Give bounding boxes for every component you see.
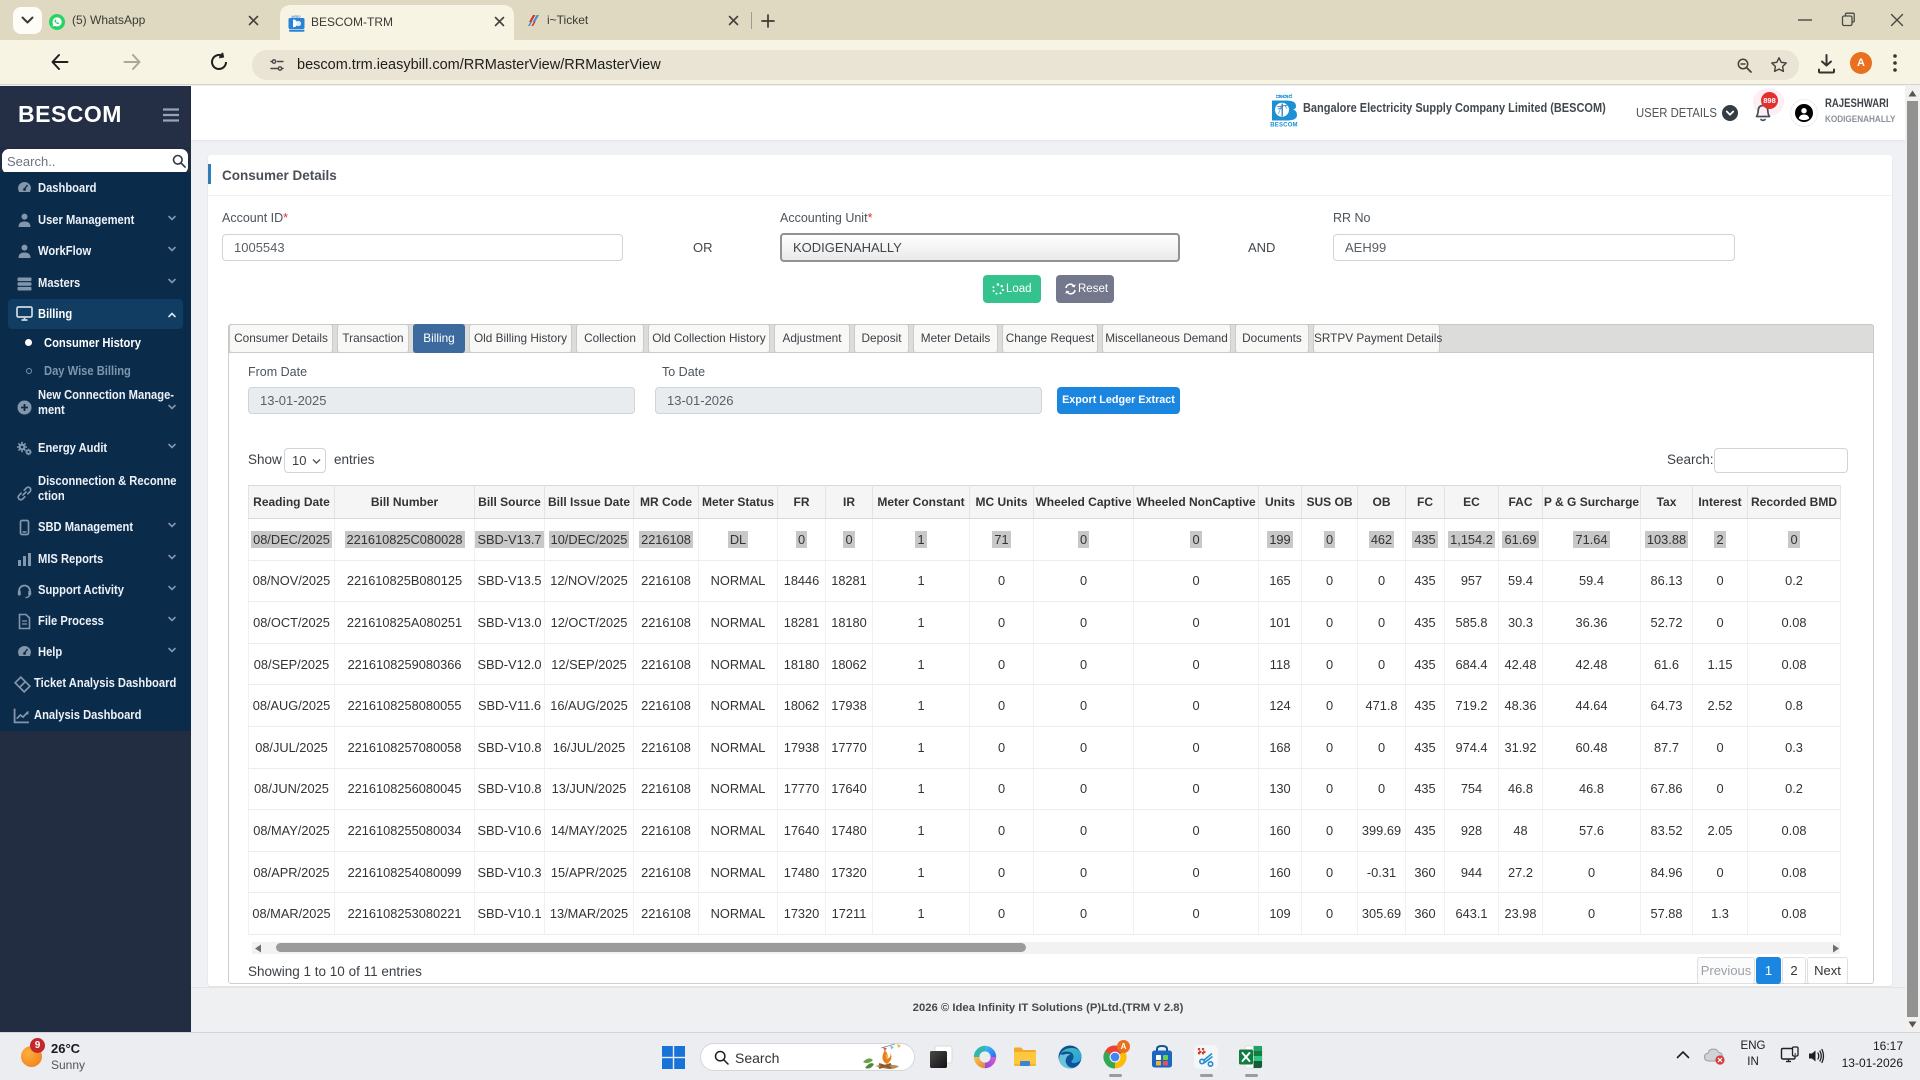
svg-text:BESCOM: BESCOM [1270, 123, 1298, 128]
svg-text:ಜನವಲ: ಜನವಲ [291, 15, 301, 19]
svg-text:ಜಾವಾರ: ಜಾವಾರ [1276, 93, 1293, 100]
